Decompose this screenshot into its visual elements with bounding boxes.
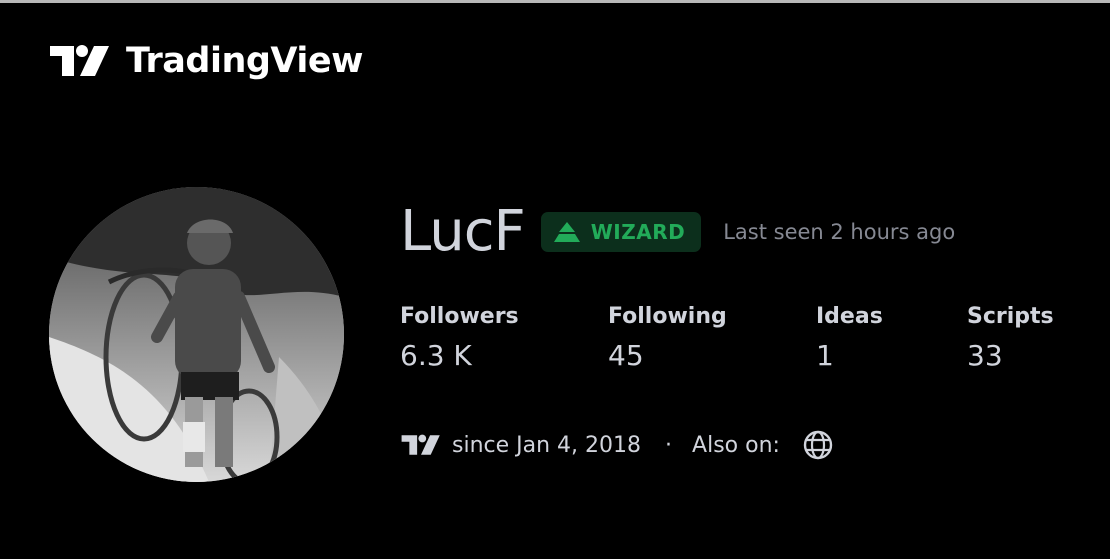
header-brand[interactable]: TradingView — [50, 39, 363, 83]
meta-row: since Jan 4, 2018 · Also on: — [400, 425, 834, 465]
stat-label: Following — [608, 304, 727, 329]
stat-value: 6.3 K — [400, 339, 472, 372]
stat-value: 1 — [816, 339, 834, 372]
name-row: LucF WIZARD Last seen 2 hours ago — [400, 197, 1090, 267]
stat-value: 45 — [608, 339, 644, 372]
tradingview-logo-icon — [401, 434, 440, 455]
avatar-photo-cyclist — [49, 187, 344, 482]
member-since: since Jan 4, 2018 — [452, 432, 642, 458]
profile-info: LucF WIZARD Last seen 2 hours ago Follow… — [400, 197, 1090, 460]
stat-value: 33 — [967, 339, 1003, 372]
globe-icon[interactable] — [802, 429, 834, 461]
last-seen-status: Last seen 2 hours ago — [723, 220, 956, 244]
wizard-mountain-icon — [553, 222, 580, 242]
stat-label: Ideas — [816, 304, 883, 329]
stat-label: Followers — [400, 304, 519, 329]
stat-scripts[interactable]: Scripts 33 — [967, 301, 1054, 373]
wizard-badge[interactable]: WIZARD — [540, 212, 702, 252]
also-on-label: Also on: — [692, 432, 780, 458]
separator-dot: · — [665, 432, 673, 458]
stat-following[interactable]: Following 45 — [608, 301, 727, 373]
stat-label: Scripts — [967, 304, 1054, 329]
avatar — [49, 187, 344, 482]
brand-name: TradingView — [126, 41, 363, 81]
stat-followers[interactable]: Followers 6.3 K — [400, 301, 519, 373]
stats-row: Followers 6.3 K Following 45 Ideas 1 Scr… — [400, 301, 1090, 381]
tradingview-logo-icon — [50, 45, 109, 76]
stat-ideas[interactable]: Ideas 1 — [816, 301, 883, 373]
username: LucF — [400, 199, 526, 264]
badge-label: WIZARD — [590, 220, 686, 244]
profile-page: TradingView LucF WIZARD Last seen 2 hour… — [0, 0, 1110, 559]
